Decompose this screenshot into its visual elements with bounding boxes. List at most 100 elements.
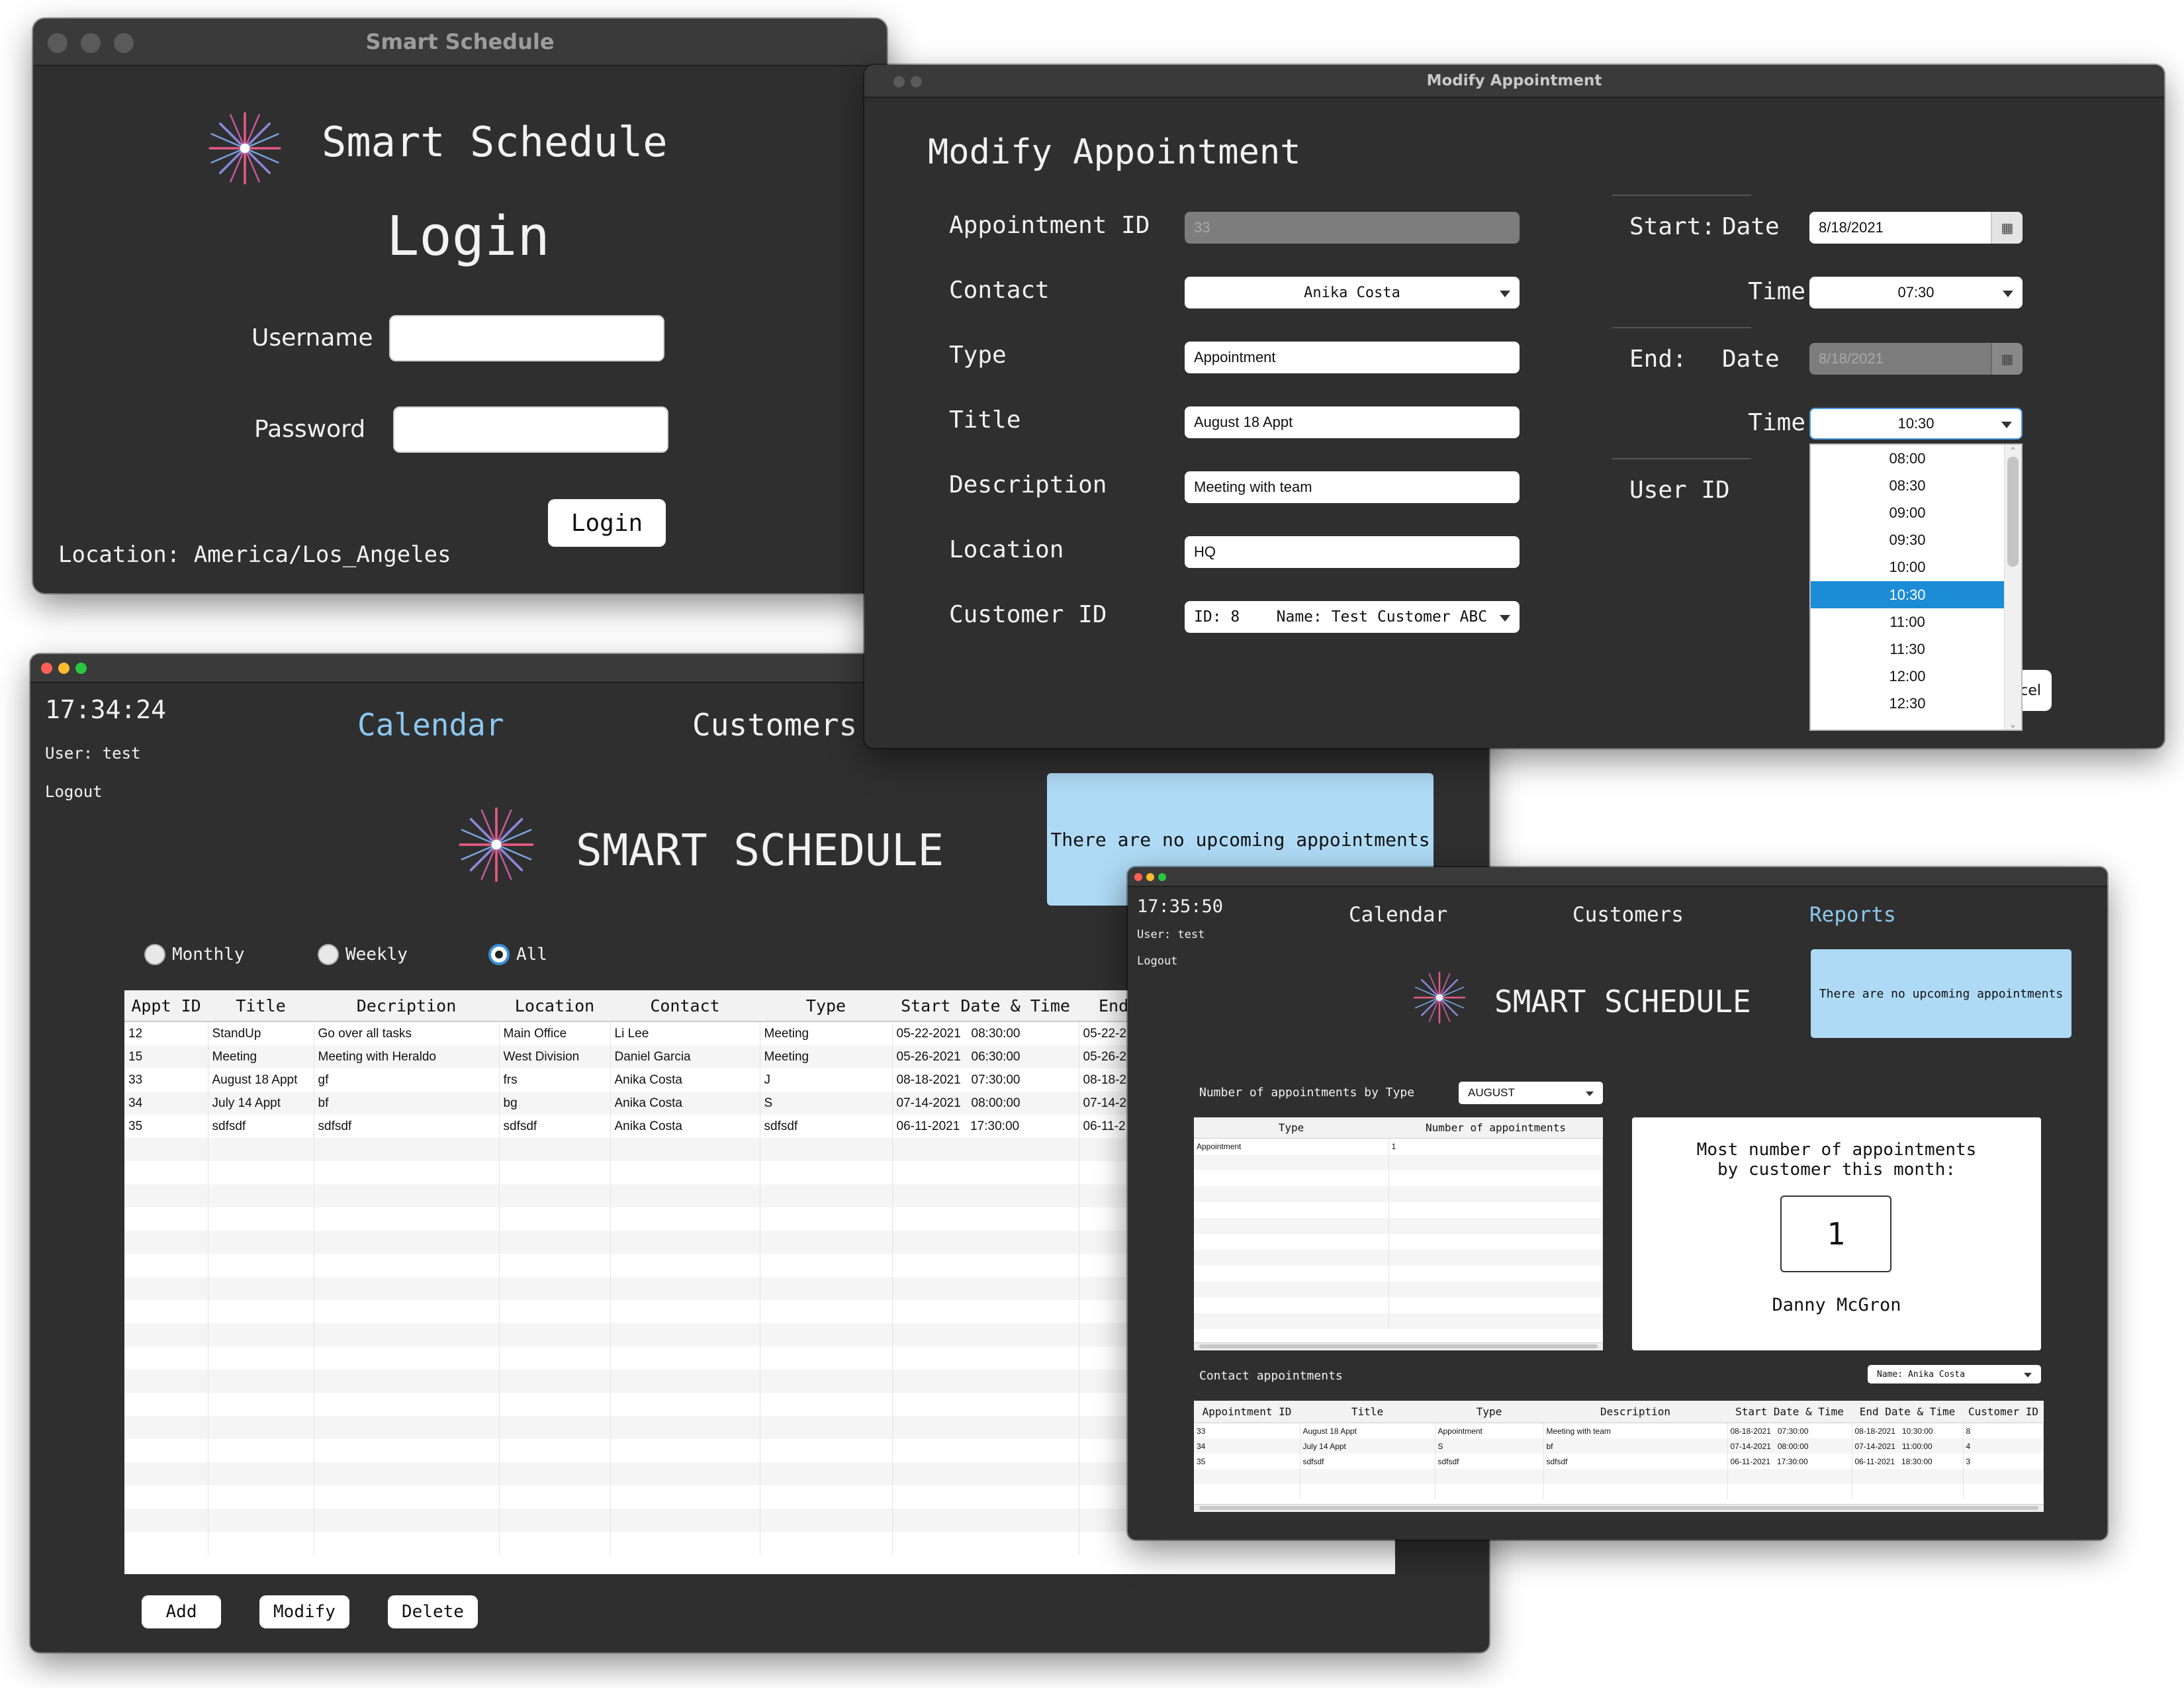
- table-cell: J: [760, 1068, 893, 1092]
- by-type-label: Number of appointments by Type: [1199, 1086, 1415, 1100]
- table-row[interactable]: 33 August 18 Appt Appointment Meeting with …: [1194, 1423, 2044, 1438]
- column-header[interactable]: Appointment ID: [1194, 1401, 1300, 1423]
- table-cell: West Division: [499, 1045, 611, 1068]
- time-option[interactable]: 10:00: [1811, 554, 2004, 581]
- time-option[interactable]: 12:30: [1811, 690, 2004, 718]
- filter-weekly[interactable]: Weekly: [318, 944, 408, 965]
- divider: [1612, 458, 1751, 459]
- minimize-window-icon[interactable]: [911, 76, 922, 87]
- zoom-window-icon[interactable]: [1158, 873, 1166, 881]
- appointments-by-type-table[interactable]: Type Number of appointments Appointment 1: [1194, 1117, 1603, 1350]
- table-cell: [1194, 1282, 1389, 1297]
- table-cell: StandUp: [208, 1022, 314, 1045]
- scroll-thumb[interactable]: [2007, 457, 2019, 567]
- table-row[interactable]: 35 sdfsdf sdfsdf sdfsdf 06-11-2021 17:30:00 0…: [1194, 1454, 2044, 1469]
- column-header[interactable]: Title: [1300, 1401, 1435, 1423]
- contact-select[interactable]: Anika Costa: [1185, 277, 1520, 308]
- close-window-icon[interactable]: [41, 663, 52, 674]
- time-option[interactable]: 12:00: [1811, 663, 2004, 690]
- delete-button[interactable]: Delete: [388, 1595, 478, 1628]
- column-header[interactable]: Number of appointments: [1388, 1117, 1603, 1139]
- column-header[interactable]: Customer ID: [1963, 1401, 2044, 1423]
- table-cell: 33: [124, 1068, 208, 1092]
- start-date-picker[interactable]: 8/18/2021 ▦: [1809, 212, 2023, 244]
- customer-id-select[interactable]: ID: 8 Name: Test Customer ABC: [1185, 601, 1520, 633]
- column-header[interactable]: Title: [208, 990, 314, 1021]
- table-cell: [314, 1231, 500, 1254]
- location-field[interactable]: HQ: [1185, 536, 1520, 568]
- zoom-window-icon[interactable]: [114, 33, 134, 53]
- filter-all[interactable]: All: [488, 944, 547, 965]
- login-titlebar: Smart Schedule: [33, 19, 887, 66]
- minimize-window-icon[interactable]: [1146, 873, 1154, 881]
- table-cell: [892, 1254, 1079, 1277]
- table-cell: [124, 1138, 208, 1161]
- time-option[interactable]: 11:00: [1811, 608, 2004, 635]
- table-cell: Anika Costa: [610, 1115, 760, 1138]
- minimize-window-icon[interactable]: [81, 33, 101, 53]
- nav-customers[interactable]: Customers: [692, 707, 857, 743]
- nav-calendar[interactable]: Calendar: [357, 707, 504, 743]
- zoom-window-icon[interactable]: [75, 663, 87, 674]
- nav-calendar[interactable]: Calendar: [1349, 903, 1447, 927]
- column-header[interactable]: End Date & Time: [1852, 1401, 1963, 1423]
- column-header[interactable]: Type: [1435, 1401, 1543, 1423]
- time-option[interactable]: 11:30: [1811, 635, 2004, 663]
- column-header[interactable]: Location: [499, 990, 610, 1021]
- logout-link[interactable]: Logout: [45, 782, 103, 801]
- table-cell: [1388, 1234, 1603, 1250]
- table-cell: [314, 1485, 500, 1509]
- close-window-icon[interactable]: [893, 76, 905, 87]
- time-option[interactable]: 08:30: [1811, 472, 2004, 499]
- upcoming-notice-text: There are no upcoming appointments: [1819, 986, 2064, 1001]
- contact-select[interactable]: Name: Anika Costa: [1868, 1365, 2041, 1383]
- table-cell: [208, 1161, 314, 1184]
- time-option[interactable]: 08:00: [1811, 445, 2004, 472]
- nav-customers[interactable]: Customers: [1572, 903, 1684, 927]
- logout-link[interactable]: Logout: [1137, 955, 1177, 968]
- description-field[interactable]: Meeting with team: [1185, 471, 1520, 503]
- add-button[interactable]: Add: [142, 1595, 221, 1628]
- end-time-select[interactable]: 10:30: [1809, 408, 2023, 440]
- nav-reports[interactable]: Reports: [1809, 903, 1896, 927]
- filter-monthly[interactable]: Monthly: [144, 944, 245, 965]
- table-cell: [124, 1532, 208, 1555]
- column-header[interactable]: Type: [1194, 1117, 1388, 1139]
- contact-appointments-table[interactable]: Appointment ID Title Type Description St…: [1194, 1401, 2044, 1512]
- close-window-icon[interactable]: [48, 33, 68, 53]
- column-header[interactable]: Decription: [314, 990, 499, 1021]
- title-field[interactable]: August 18 Appt: [1185, 406, 1520, 438]
- column-header[interactable]: Start Date & Time: [892, 990, 1079, 1021]
- password-input[interactable]: [393, 406, 668, 453]
- table-cell: [208, 1509, 314, 1532]
- table-row[interactable]: Appointment 1: [1194, 1139, 1603, 1154]
- table-cell: sdfsdf: [314, 1115, 500, 1138]
- login-button[interactable]: Login: [548, 499, 666, 547]
- time-option[interactable]: 10:30: [1811, 581, 2004, 609]
- horizontal-scrollbar[interactable]: [1194, 1342, 1603, 1350]
- time-option[interactable]: 09:30: [1811, 527, 2004, 554]
- start-time-select[interactable]: 07:30: [1809, 277, 2023, 308]
- table-cell: [1194, 1170, 1389, 1186]
- type-field[interactable]: Appointment: [1185, 342, 1520, 373]
- column-header[interactable]: Start Date & Time: [1727, 1401, 1852, 1423]
- horizontal-scrollbar[interactable]: [1194, 1504, 2044, 1512]
- minimize-window-icon[interactable]: [58, 663, 69, 674]
- time-option[interactable]: 09:00: [1811, 499, 2004, 526]
- calendar-icon[interactable]: ▦: [1991, 212, 2023, 244]
- table-cell: [892, 1138, 1079, 1161]
- scroll-up-icon[interactable]: ⌃: [2005, 445, 2021, 455]
- table-cell: [610, 1323, 760, 1346]
- scroll-down-icon[interactable]: ⌄: [2005, 719, 2021, 729]
- username-input[interactable]: [389, 315, 664, 361]
- table-row[interactable]: 34 July 14 Appt Sbf 07-14-2021 08:00:00 07-1…: [1194, 1438, 2044, 1454]
- column-header[interactable]: Contact: [610, 990, 760, 1021]
- modify-button[interactable]: Modify: [259, 1595, 349, 1628]
- dropdown-scrollbar[interactable]: ⌃ ⌄: [2004, 445, 2021, 729]
- close-window-icon[interactable]: [1134, 873, 1142, 881]
- column-header[interactable]: Type: [760, 990, 892, 1021]
- column-header[interactable]: Description: [1543, 1401, 1727, 1423]
- end-time-dropdown[interactable]: 08:00 08:30 09:00 09:30 10:00 10:30 11:00 11:30…: [1809, 444, 2023, 731]
- column-header[interactable]: Appt ID: [124, 990, 208, 1021]
- month-select[interactable]: AUGUST: [1459, 1082, 1603, 1104]
